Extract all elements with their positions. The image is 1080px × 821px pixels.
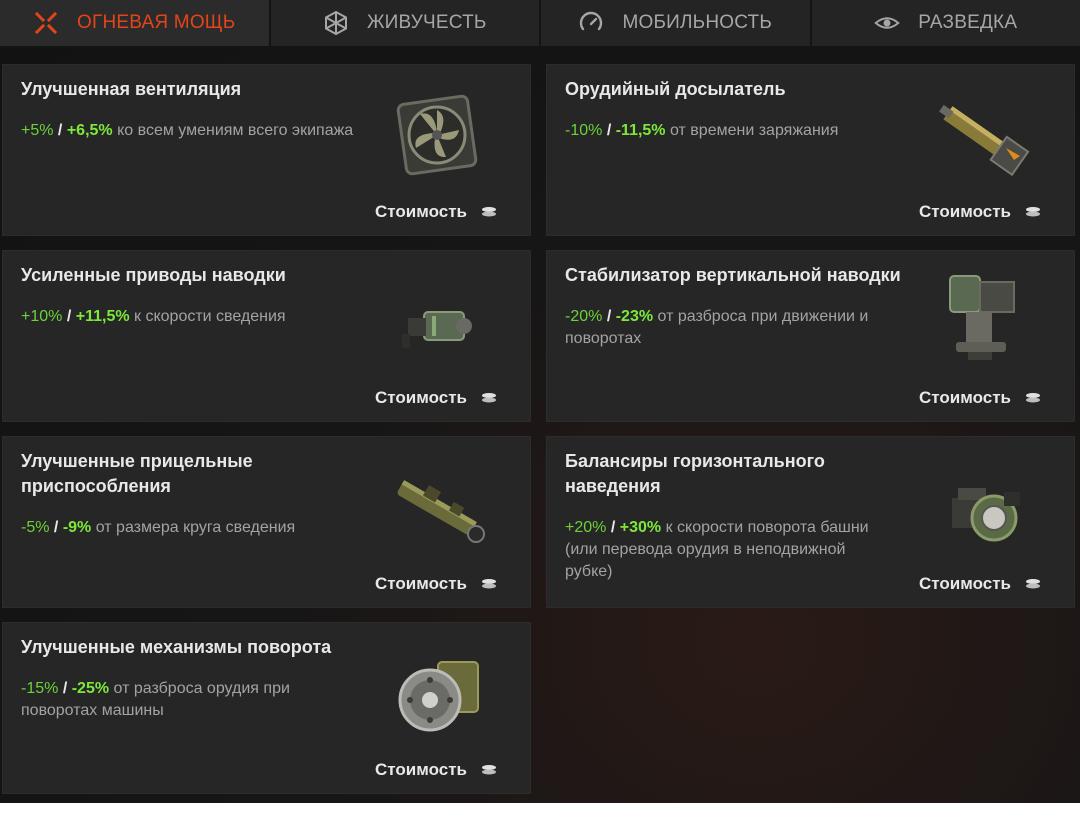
coin-icon: [482, 579, 496, 589]
category-tabs: ОГНЕВАЯ МОЩЬ ЖИВУЧЕСТЬ МОБИЛЬНОСТЬ РАЗВЕ…: [0, 0, 1080, 48]
equipment-screen: ОГНЕВАЯ МОЩЬ ЖИВУЧЕСТЬ МОБИЛЬНОСТЬ РАЗВЕ…: [0, 0, 1080, 803]
coin-icon: [1026, 207, 1040, 217]
cost-button[interactable]: Стоимость: [919, 202, 1041, 222]
equipment-card-stabilizer[interactable]: Стабилизатор вертикальной наводки -20% /…: [546, 250, 1075, 422]
stabilizer-icon: [932, 266, 1037, 371]
traverse-balancer-icon: [932, 458, 1037, 563]
coin-icon: [1026, 393, 1040, 403]
tab-label: МОБИЛЬНОСТЬ: [622, 12, 773, 33]
equipment-bonus: +20% / +30% к скорости поворота башни (и…: [565, 519, 869, 580]
gun-rammer-icon: [932, 86, 1037, 191]
equipment-bonus: -5% / -9% от размера круга сведения: [21, 519, 296, 536]
equipment-bonus: +5% / +6,5% ко всем умениям всего экипаж…: [21, 122, 354, 139]
equipment-bonus: +10% / +11,5% к скорости сведения: [21, 308, 286, 325]
ventilation-fan-icon: [388, 86, 493, 191]
coin-icon: [482, 207, 496, 217]
coin-icon: [482, 393, 496, 403]
cost-button[interactable]: Стоимость: [375, 202, 497, 222]
tab-survivability[interactable]: ЖИВУЧЕСТЬ: [270, 0, 541, 48]
equipment-title: Улучшенная вентиляция: [21, 79, 242, 99]
tab-label: ОГНЕВАЯ МОЩЬ: [77, 12, 236, 33]
equipment-card-turning-mechanisms[interactable]: Улучшенные механизмы поворота -15% / -25…: [2, 622, 531, 794]
equipment-card-rammer[interactable]: Орудийный досылатель -10% / -11,5% от вр…: [546, 64, 1075, 236]
equipment-title: Балансиры горизонтального наведения: [565, 451, 825, 496]
equipment-title: Стабилизатор вертикальной наводки: [565, 265, 901, 285]
equipment-title: Улучшенные прицельные приспособления: [21, 451, 253, 496]
cost-button[interactable]: Стоимость: [375, 388, 497, 408]
equipment-card-ventilation[interactable]: Улучшенная вентиляция +5% / +6,5% ко все…: [2, 64, 531, 236]
equipment-title: Орудийный досылатель: [565, 79, 786, 99]
tab-label: РАЗВЕДКА: [918, 12, 1018, 33]
equipment-title: Улучшенные механизмы поворота: [21, 637, 332, 657]
coin-icon: [482, 765, 496, 775]
gun-sight-icon: [388, 458, 493, 563]
cost-button[interactable]: Стоимость: [375, 574, 497, 594]
cost-button[interactable]: Стоимость: [919, 388, 1041, 408]
equipment-card-aiming-drives[interactable]: Усиленные приводы наводки +10% / +11,5% …: [2, 250, 531, 422]
tab-mobility[interactable]: МОБИЛЬНОСТЬ: [541, 0, 812, 48]
cost-button[interactable]: Стоимость: [375, 760, 497, 780]
equipment-bonus: -15% / -25% от разброса орудия при повор…: [21, 680, 290, 719]
cost-button[interactable]: Стоимость: [919, 574, 1041, 594]
turning-mechanism-icon: [388, 644, 493, 749]
aiming-drive-icon: [388, 272, 493, 377]
equipment-bonus: -20% / -23% от разброса при движении и п…: [565, 308, 869, 347]
eye-icon: [874, 10, 901, 36]
equipment-card-traverse-balancers[interactable]: Балансиры горизонтального наведения +20%…: [546, 436, 1075, 608]
coin-icon: [1026, 579, 1040, 589]
tab-label: ЖИВУЧЕСТЬ: [366, 12, 487, 33]
equipment-title: Усиленные приводы наводки: [21, 265, 286, 285]
equipment-card-gun-sights[interactable]: Улучшенные прицельные приспособления -5%…: [2, 436, 531, 608]
shield-icon: [323, 10, 349, 36]
tab-recon[interactable]: РАЗВЕДКА: [811, 0, 1080, 48]
speedometer-icon: [578, 10, 604, 36]
equipment-bonus: -10% / -11,5% от времени заряжания: [565, 122, 839, 139]
tab-firepower[interactable]: ОГНЕВАЯ МОЩЬ: [0, 0, 271, 48]
crosshair-icon: [33, 10, 59, 36]
